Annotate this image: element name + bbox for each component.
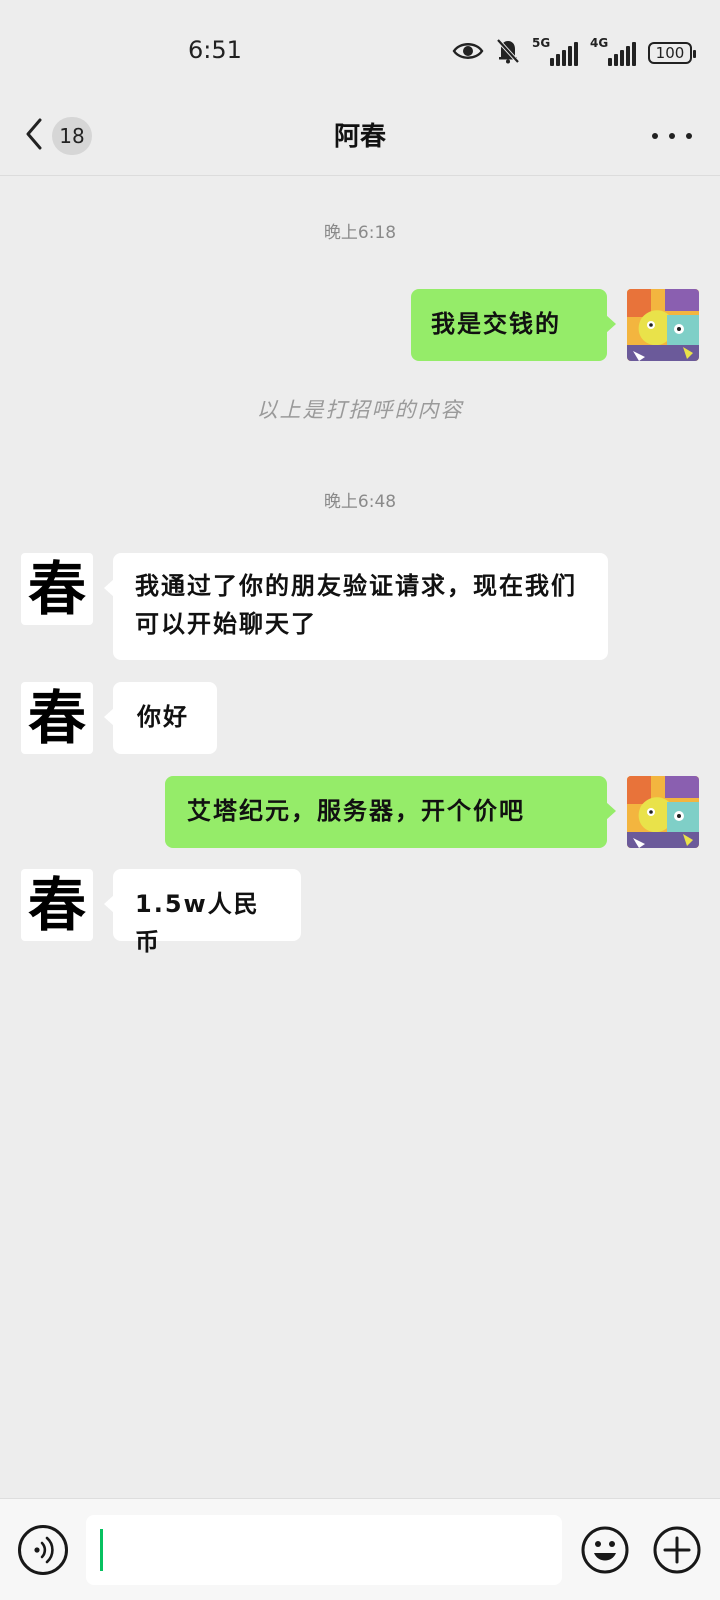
bell-muted-icon <box>496 38 520 68</box>
more-functions-button[interactable] <box>652 1525 702 1575</box>
signal-4g-icon: 4G <box>590 36 636 66</box>
message-bubble-contact[interactable]: 你好 <box>104 682 217 754</box>
more-options-button[interactable] <box>652 118 692 154</box>
message-bubble-contact[interactable]: 1.5w人民币 <box>104 869 301 956</box>
text-cursor <box>100 1529 103 1571</box>
self-avatar[interactable] <box>627 776 699 848</box>
signal-5g-icon: 5G <box>532 36 578 66</box>
more-dot <box>652 133 658 139</box>
voice-button[interactable] <box>18 1525 68 1575</box>
contact-avatar[interactable]: 春 <box>21 869 93 941</box>
chat-screen: 6:51 5G 4G 100 18 阿春 晚上6:18 我是交钱的 以上是打招呼… <box>0 0 720 1600</box>
input-bar <box>0 1498 720 1600</box>
timestamp: 晚上6:48 <box>323 492 397 512</box>
battery-icon: 100 <box>648 42 696 64</box>
message-bubble-contact[interactable]: 我通过了你的朋友验证请求，现在我们可以开始聊天了 <box>104 553 608 660</box>
status-time: 6:51 <box>188 36 242 64</box>
timestamp: 晚上6:18 <box>323 223 397 243</box>
more-dot <box>669 133 675 139</box>
emoji-icon <box>580 1526 630 1579</box>
status-bar: 6:51 5G 4G 100 <box>0 0 720 96</box>
contact-avatar[interactable]: 春 <box>21 682 93 754</box>
more-dot <box>686 133 692 139</box>
message-bubble-self[interactable]: 艾塔纪元，服务器，开个价吧 <box>165 776 616 848</box>
plus-icon <box>652 1526 702 1579</box>
chat-title: 阿春 <box>333 122 386 152</box>
emoji-button[interactable] <box>580 1525 630 1575</box>
message-input[interactable] <box>86 1515 562 1585</box>
self-avatar[interactable] <box>627 289 699 361</box>
eye-icon <box>452 40 484 66</box>
chat-header: 18 阿春 <box>0 96 720 176</box>
contact-avatar[interactable]: 春 <box>21 553 93 625</box>
system-note: 以上是打招呼的内容 <box>256 398 464 422</box>
status-icons: 5G 4G 100 <box>452 36 696 70</box>
message-bubble-self[interactable]: 我是交钱的 <box>411 289 616 361</box>
